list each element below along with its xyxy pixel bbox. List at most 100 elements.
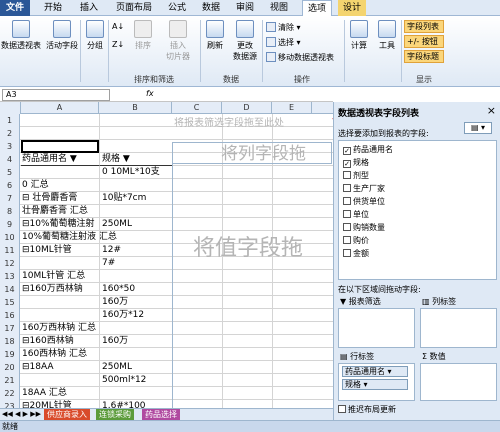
- tab-page-layout[interactable]: 页面布局: [112, 0, 156, 16]
- field-checkbox[interactable]: [343, 184, 351, 192]
- defer-checkbox[interactable]: [338, 405, 346, 413]
- cell-b[interactable]: [99, 270, 172, 283]
- row-header[interactable]: 3: [0, 140, 20, 153]
- row-header[interactable]: 13: [0, 270, 20, 283]
- row-header[interactable]: 1: [0, 114, 20, 127]
- pivot-field-item[interactable]: 单位: [343, 209, 369, 221]
- column-header-d[interactable]: D: [222, 102, 272, 114]
- cell-a[interactable]: [21, 296, 99, 309]
- cell-b[interactable]: 1.6#*100: [99, 400, 172, 408]
- field-checkbox[interactable]: [343, 249, 351, 257]
- cell-b[interactable]: 10贴*7cm: [99, 192, 172, 205]
- cell-b[interactable]: 160万: [99, 296, 172, 309]
- cell-a[interactable]: ⊟20ML针管: [21, 400, 99, 408]
- row-header[interactable]: 20: [0, 361, 20, 374]
- field-checkbox[interactable]: ✓: [343, 160, 351, 168]
- cell-a[interactable]: 10%葡萄糖注射液 汇总: [21, 231, 117, 244]
- pivot-field-item[interactable]: ✓ 规格: [343, 157, 369, 169]
- row-header[interactable]: 22: [0, 387, 20, 400]
- tools-button[interactable]: 工具: [374, 20, 400, 51]
- cell-b[interactable]: 250ML: [99, 218, 172, 231]
- cell-a[interactable]: 壮骨麝香膏 汇总: [21, 205, 99, 218]
- cell-a[interactable]: 0 汇总: [21, 179, 99, 192]
- cell-b[interactable]: [99, 322, 172, 335]
- row-header[interactable]: 6: [0, 179, 20, 192]
- cell-b[interactable]: 0 10ML*10支: [99, 166, 172, 179]
- field-checkbox[interactable]: [343, 197, 351, 205]
- cell-a[interactable]: 药品通用名 ▼: [21, 153, 99, 166]
- sort-button[interactable]: 排序: [128, 20, 158, 51]
- cell-a[interactable]: ⊟10%葡萄糖注射: [21, 218, 99, 231]
- cell-b[interactable]: [99, 114, 172, 127]
- row-header[interactable]: 17: [0, 322, 20, 335]
- row-header[interactable]: 21: [0, 374, 20, 387]
- cell-a[interactable]: [21, 309, 99, 322]
- cell-a[interactable]: 18AA 汇总: [21, 387, 99, 400]
- cell-a[interactable]: ⊟160西林钠: [21, 335, 99, 348]
- field-headers-toggle[interactable]: 字段标题: [404, 50, 444, 63]
- group-button[interactable]: 分组: [82, 20, 108, 51]
- field-checkbox[interactable]: [343, 171, 351, 179]
- row-header[interactable]: 18: [0, 335, 20, 348]
- pivot-field-item[interactable]: 供货单位: [343, 196, 385, 208]
- pivot-field-item[interactable]: 购销数量: [343, 222, 385, 234]
- tab-view[interactable]: 视图: [266, 0, 292, 16]
- row-header[interactable]: 15: [0, 296, 20, 309]
- tab-home[interactable]: 开始: [40, 0, 66, 16]
- cell-b[interactable]: [99, 348, 172, 361]
- cell-b[interactable]: 7#: [99, 257, 172, 270]
- pivot-field-item[interactable]: ✓ 药品通用名: [343, 144, 393, 156]
- cell-b[interactable]: 160万*12: [99, 309, 172, 322]
- pivot-field-item[interactable]: 剂型: [343, 170, 369, 182]
- cell-b[interactable]: [99, 231, 172, 244]
- fx-icon[interactable]: fx: [146, 89, 154, 98]
- field-list-toggle[interactable]: 字段列表: [404, 20, 444, 33]
- cell-b[interactable]: 500ml*12: [99, 374, 172, 387]
- cell-a[interactable]: 10ML针管 汇总: [21, 270, 99, 283]
- row-header[interactable]: 4: [0, 153, 20, 166]
- pivot-table-button[interactable]: 数据透视表: [0, 20, 42, 51]
- values-area[interactable]: [420, 363, 497, 401]
- filter-drop-zone[interactable]: 将报表筛选字段拖至此处: [174, 114, 284, 129]
- row-header[interactable]: 9: [0, 218, 20, 231]
- row-header[interactable]: 5: [0, 166, 20, 179]
- tab-insert[interactable]: 插入: [76, 0, 102, 16]
- cell-a[interactable]: [21, 140, 99, 153]
- cell-b[interactable]: [99, 127, 172, 140]
- row-labels-area[interactable]: 药品通用名 ▾ 规格 ▾: [338, 363, 415, 401]
- cell-a[interactable]: 160西林钠 汇总: [21, 348, 99, 361]
- row-header[interactable]: 11: [0, 244, 20, 257]
- row-header[interactable]: 12: [0, 257, 20, 270]
- column-labels-area[interactable]: [420, 308, 497, 348]
- active-field-button[interactable]: 活动字段: [44, 20, 80, 51]
- cell-b[interactable]: 160万: [99, 335, 172, 348]
- column-header-c[interactable]: C: [172, 102, 222, 114]
- row-header[interactable]: 10: [0, 231, 20, 244]
- pivot-field-item[interactable]: 购价: [343, 235, 369, 247]
- column-header-a[interactable]: A: [21, 102, 99, 114]
- close-icon[interactable]: ×: [487, 104, 496, 117]
- row-header[interactable]: 16: [0, 309, 20, 322]
- pivot-field-item[interactable]: 生产厂家: [343, 183, 385, 195]
- pivot-field-item[interactable]: 金额: [343, 248, 369, 260]
- cell-a[interactable]: [21, 257, 99, 270]
- row-header[interactable]: 14: [0, 283, 20, 296]
- row-header[interactable]: 7: [0, 192, 20, 205]
- tab-file[interactable]: 文件: [0, 0, 30, 16]
- cell-b[interactable]: [99, 179, 172, 192]
- cell-a[interactable]: [21, 166, 99, 179]
- cell-b[interactable]: [99, 387, 172, 400]
- change-source-button[interactable]: 更改 数据源: [230, 20, 260, 62]
- field-checkbox[interactable]: [343, 210, 351, 218]
- layout-options-icon[interactable]: ▤ ▾: [464, 122, 492, 134]
- cell-a[interactable]: [21, 127, 99, 140]
- tab-formulas[interactable]: 公式: [164, 0, 190, 16]
- sheet-nav-icons[interactable]: ◀◀ ◀ ▶ ▶▶: [2, 410, 41, 418]
- refresh-button[interactable]: 刷新: [202, 20, 228, 51]
- move-pivot-button[interactable]: 移动数据透视表: [266, 52, 334, 63]
- defer-layout-update[interactable]: 推迟布局更新: [338, 404, 396, 415]
- cell-a[interactable]: ⊟ 壮骨麝香膏: [21, 192, 99, 205]
- field-checkbox[interactable]: [343, 236, 351, 244]
- worksheet-grid[interactable]: 1 2 3 4 药品通用名 ▼ 规格 ▼ 5 0 10ML*10支 6 0 汇总 7 ⊟ 壮骨麝香膏 1…: [0, 114, 333, 408]
- sort-desc-icon[interactable]: Z↓: [112, 40, 124, 49]
